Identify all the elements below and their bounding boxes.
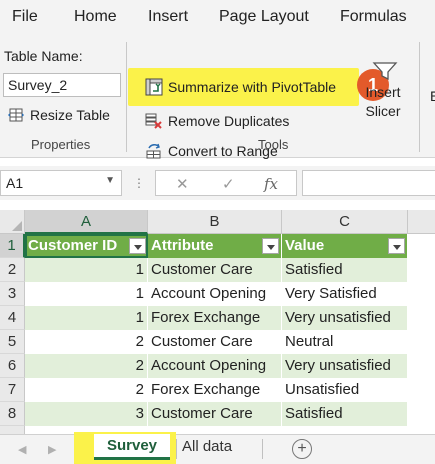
tab-separator <box>262 439 263 459</box>
insert-slicer-line1: Insert <box>365 84 401 100</box>
column-header-b[interactable]: B <box>148 210 282 234</box>
table-cell[interactable]: 1 <box>25 306 148 330</box>
worksheet-grid: A B C 1 2 3 4 5 6 7 8 Customer ID Attrib… <box>0 210 435 434</box>
table-cell[interactable]: 1 <box>25 258 148 282</box>
filter-dropdown-icon[interactable] <box>129 238 146 254</box>
row-header[interactable]: 3 <box>0 282 25 306</box>
table-cell[interactable]: 2 <box>25 354 148 378</box>
sheet-tab-all-data[interactable]: All data <box>182 438 232 455</box>
fx-icon[interactable]: fx <box>264 175 278 193</box>
formula-buttons: ✕ ✓ fx <box>155 170 297 196</box>
row-header[interactable]: 1 <box>0 234 25 258</box>
table-name-input[interactable]: Survey_2 <box>3 73 121 97</box>
pivottable-icon <box>145 78 163 96</box>
formula-input[interactable] <box>302 170 435 196</box>
group-separator <box>419 42 420 152</box>
summarize-pivottable-button[interactable]: Summarize with PivotTable <box>145 75 336 99</box>
table-cell[interactable]: Customer Care <box>148 258 282 282</box>
convert-to-range-icon <box>145 142 163 160</box>
row-header[interactable]: 4 <box>0 306 25 330</box>
row-header[interactable]: 2 <box>0 258 25 282</box>
table-cell[interactable]: 2 <box>25 378 148 402</box>
header-text: Value <box>285 237 325 254</box>
more-icon[interactable]: ⋮ <box>133 176 145 190</box>
scroll-tabs-left-icon[interactable]: ◀ <box>18 443 26 456</box>
table-cell[interactable]: Account Opening <box>148 354 282 378</box>
ribbon: Table Name: Survey_2 Resize Table Proper… <box>0 36 435 160</box>
row-header[interactable]: 5 <box>0 330 25 354</box>
insert-slicer-line2: Slicer <box>365 103 401 119</box>
column-header-a[interactable]: A <box>25 210 148 234</box>
table-cell[interactable]: Forex Exchange <box>148 378 282 402</box>
table-cell[interactable]: Account Opening <box>148 282 282 306</box>
resize-table-button[interactable]: Resize Table <box>7 103 110 127</box>
menu-formulas[interactable]: Formulas <box>340 8 407 26</box>
insert-slicer-button[interactable]: Insert Slicer <box>358 62 408 121</box>
header-text: Customer ID <box>28 237 118 254</box>
row-header[interactable]: 8 <box>0 402 25 426</box>
column-header-c[interactable]: C <box>282 210 408 234</box>
table-cell[interactable]: Very Satisfied <box>282 282 408 306</box>
properties-group-label: Properties <box>31 137 91 152</box>
menu-home[interactable]: Home <box>74 8 117 26</box>
menu-bar: File Home Insert Page Layout Formulas <box>0 0 435 36</box>
remove-duplicates-button[interactable]: Remove Duplicates <box>145 109 289 133</box>
tools-group-label: Tools <box>258 137 289 152</box>
remove-duplicates-icon <box>145 112 163 130</box>
cancel-icon[interactable]: ✕ <box>176 175 189 193</box>
resize-table-label: Resize Table <box>30 107 110 123</box>
table-cell[interactable]: Satisfied <box>282 402 408 426</box>
resize-table-icon <box>7 106 25 124</box>
table-cell[interactable]: Neutral <box>282 330 408 354</box>
menu-page-layout[interactable]: Page Layout <box>219 8 309 26</box>
tab-separator <box>176 439 177 459</box>
sheet-tab-survey[interactable]: Survey <box>94 434 170 460</box>
table-cell[interactable]: Customer Care <box>148 330 282 354</box>
table-cell[interactable]: 1 <box>25 282 148 306</box>
enter-icon[interactable]: ✓ <box>222 175 235 193</box>
sheet-tabs-bar: ◀ ▶ Survey All data + <box>0 432 435 464</box>
scroll-tabs-right-icon[interactable]: ▶ <box>48 443 56 456</box>
partial-ribbon-label: E <box>430 88 435 104</box>
slicer-icon <box>372 62 398 81</box>
summarize-pivottable-label: Summarize with PivotTable <box>168 79 337 95</box>
row-header[interactable]: 6 <box>0 354 25 378</box>
table-cell[interactable]: Satisfied <box>282 258 408 282</box>
table-cell[interactable]: Very unsatisfied <box>282 354 408 378</box>
table-cell[interactable]: Very unsatisfied <box>282 306 408 330</box>
filter-dropdown-icon[interactable] <box>262 238 279 254</box>
name-box[interactable]: A1 ▼ <box>0 170 122 196</box>
table-name-label: Table Name: <box>4 48 83 64</box>
remove-duplicates-label: Remove Duplicates <box>168 113 290 129</box>
column-header-d[interactable] <box>408 210 435 234</box>
table-cell[interactable]: 3 <box>25 402 148 426</box>
row-header[interactable] <box>0 426 25 434</box>
table-cell[interactable]: 2 <box>25 330 148 354</box>
add-sheet-icon[interactable]: + <box>292 439 312 459</box>
select-all-button[interactable] <box>0 210 25 234</box>
formula-bar: A1 ▼ ⋮ ✕ ✓ fx <box>0 166 435 200</box>
group-separator <box>126 42 127 152</box>
filter-dropdown-icon[interactable] <box>388 238 405 254</box>
menu-insert[interactable]: Insert <box>148 8 188 26</box>
table-cell[interactable]: Customer Care <box>148 402 282 426</box>
name-box-value: A1 <box>6 175 24 191</box>
table-cell[interactable] <box>282 426 408 434</box>
menu-file[interactable]: File <box>12 8 38 26</box>
table-cell[interactable]: Forex Exchange <box>148 306 282 330</box>
row-header[interactable]: 7 <box>0 378 25 402</box>
chevron-down-icon[interactable]: ▼ <box>105 175 115 186</box>
header-text: Attribute <box>151 237 214 254</box>
table-cell[interactable]: Unsatisfied <box>282 378 408 402</box>
